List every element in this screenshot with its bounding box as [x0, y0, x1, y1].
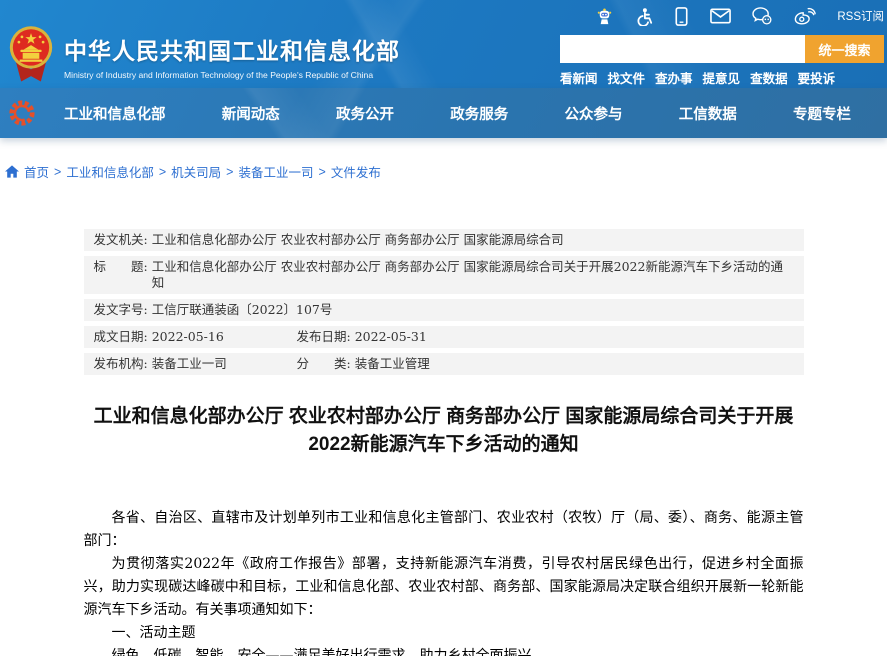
home-icon[interactable] — [5, 165, 19, 178]
meta-label: 标 题: — [94, 259, 148, 291]
breadcrumb-separator: > — [226, 165, 233, 179]
quick-link-services[interactable]: 查办事 — [655, 68, 693, 87]
meta-row-dates: 成文日期: 2022-05-16 发布日期: 2022-05-31 — [84, 326, 804, 348]
meta-value: 工业和信息化部办公厅 农业农村部办公厅 商务部办公厅 国家能源局综合司 — [152, 232, 564, 248]
nav-item-special-topics[interactable]: 专题专栏 — [793, 103, 851, 124]
header-quick-links: 看新闻 找文件 查办事 提意见 查数据 要投诉 — [560, 68, 884, 87]
main-nav: 工业和信息化部 新闻动态 政务公开 政务服务 公众参与 工信数据 专题专栏 — [0, 88, 887, 138]
weibo-icon[interactable] — [794, 7, 816, 25]
document-title: 工业和信息化部办公厅 农业农村部办公厅 商务部办公厅 国家能源局综合司关于开展2… — [84, 403, 804, 459]
nav-item-news[interactable]: 新闻动态 — [222, 103, 280, 124]
document-page: 发文机关: 工业和信息化部办公厅 农业农村部办公厅 商务部办公厅 国家能源局综合… — [84, 229, 804, 656]
meta-label: 发文机关: — [94, 232, 148, 248]
search-input[interactable] — [560, 35, 805, 63]
national-emblem — [8, 24, 54, 86]
breadcrumb-home[interactable]: 首页 — [24, 162, 49, 181]
accessibility-icon[interactable] — [635, 7, 653, 26]
breadcrumb-document-release[interactable]: 文件发布 — [331, 162, 381, 181]
document-meta-table: 发文机关: 工业和信息化部办公厅 农业农村部办公厅 商务部办公厅 国家能源局综合… — [84, 229, 804, 375]
quick-link-complaint[interactable]: 要投诉 — [798, 68, 836, 87]
meta-row-publisher-category: 发布机构: 装备工业一司 分 类: 装备工业管理 — [84, 353, 804, 375]
meta-value: 工信厅联通装函〔2022〕107号 — [152, 302, 333, 318]
site-header: 中华人民共和国工业和信息化部 Ministry of Industry and … — [0, 0, 887, 88]
mail-icon[interactable] — [710, 8, 731, 24]
mobile-icon[interactable] — [674, 7, 689, 26]
breadcrumb-separator: > — [54, 165, 61, 179]
quick-link-documents[interactable]: 找文件 — [608, 68, 646, 87]
doc-section-1-heading: 一、活动主题 — [84, 622, 804, 645]
meta-value: 工业和信息化部办公厅 农业农村部办公厅 商务部办公厅 国家能源局综合司关于开展2… — [152, 259, 794, 291]
nav-item-miit[interactable]: 工业和信息化部 — [64, 103, 166, 124]
quick-link-news[interactable]: 看新闻 — [560, 68, 598, 87]
nav-item-industry-data[interactable]: 工信数据 — [679, 103, 737, 124]
meta-row-issuing-agency: 发文机关: 工业和信息化部办公厅 农业农村部办公厅 商务部办公厅 国家能源局综合… — [84, 229, 804, 251]
quick-link-data[interactable]: 查数据 — [750, 68, 788, 87]
document-body: 各省、自治区、直辖市及计划单列市工业和信息化主管部门、农业农村（农牧）厅（局、委… — [84, 507, 804, 656]
site-subtitle: Ministry of Industry and Information Tec… — [64, 70, 400, 80]
breadcrumb-departments[interactable]: 机关司局 — [171, 162, 221, 181]
meta-value: 2022-05-16 — [152, 329, 224, 345]
doc-paragraph-intro: 为贯彻落实2022年《政府工作报告》部署，支持新能源汽车消费，引导农村居民绿色出… — [84, 553, 804, 622]
miit-gear-logo-icon — [8, 99, 36, 127]
meta-label: 发文字号: — [94, 302, 148, 318]
meta-value: 装备工业一司 — [152, 356, 227, 372]
breadcrumb-separator: > — [159, 165, 166, 179]
breadcrumb-equipment-bureau[interactable]: 装备工业一司 — [238, 162, 313, 181]
nav-item-public-participation[interactable]: 公众参与 — [565, 103, 623, 124]
meta-label: 分 类: — [297, 356, 351, 372]
breadcrumb-miit[interactable]: 工业和信息化部 — [66, 162, 154, 181]
site-title-block: 中华人民共和国工业和信息化部 Ministry of Industry and … — [64, 32, 400, 80]
quick-link-feedback[interactable]: 提意见 — [703, 68, 741, 87]
doc-section-1-body: 绿色、低碳、智能、安全——满足美好出行需求，助力乡村全面振兴 — [84, 645, 804, 656]
unified-search-button[interactable]: 统一搜索 — [805, 35, 884, 63]
search-bar: 统一搜索 — [560, 35, 884, 63]
breadcrumb: 首页 > 工业和信息化部 > 机关司局 > 装备工业一司 > 文件发布 — [0, 138, 887, 181]
rss-subscribe-link[interactable]: RSS订阅 — [837, 8, 884, 24]
site-title: 中华人民共和国工业和信息化部 — [64, 32, 400, 66]
nav-item-gov-disclosure[interactable]: 政务公开 — [336, 103, 394, 124]
meta-row-document-number: 发文字号: 工信厅联通装函〔2022〕107号 — [84, 299, 804, 321]
header-utility-icons: RSS订阅 — [560, 5, 884, 27]
doc-paragraph-salutation: 各省、自治区、直辖市及计划单列市工业和信息化主管部门、农业农村（农牧）厅（局、委… — [84, 507, 804, 553]
breadcrumb-separator: > — [319, 165, 326, 179]
meta-label: 发布机构: — [94, 356, 148, 372]
nav-item-gov-services[interactable]: 政务服务 — [450, 103, 508, 124]
meta-value: 装备工业管理 — [355, 356, 430, 372]
wechat-icon[interactable] — [752, 7, 773, 25]
meta-label: 发布日期: — [297, 329, 351, 345]
robot-mascot-icon[interactable] — [595, 7, 614, 26]
meta-label: 成文日期: — [94, 329, 148, 345]
meta-row-title: 标 题: 工业和信息化部办公厅 农业农村部办公厅 商务部办公厅 国家能源局综合司… — [84, 256, 804, 294]
meta-value: 2022-05-31 — [355, 329, 427, 345]
